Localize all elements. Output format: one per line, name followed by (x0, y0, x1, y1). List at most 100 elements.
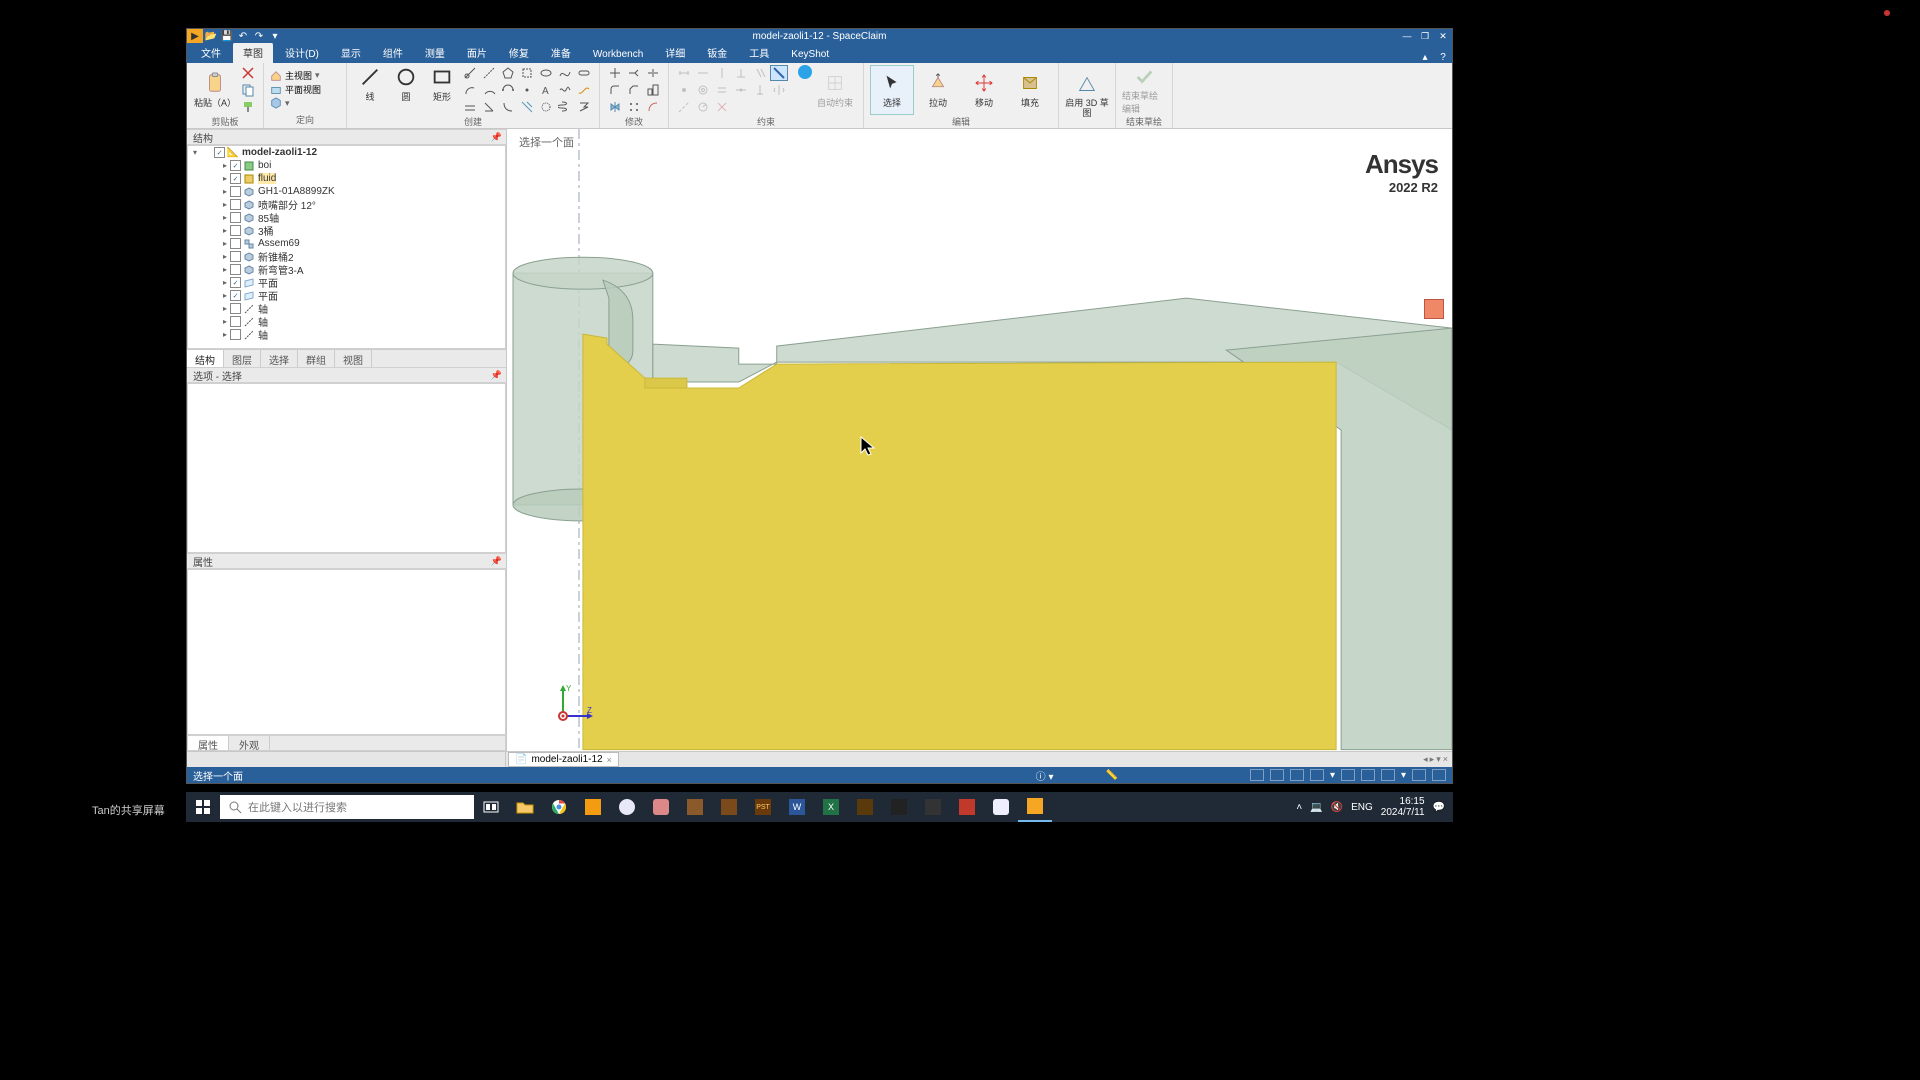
tree-item-13[interactable]: ▸轴 (188, 328, 505, 341)
structure-tab-1[interactable]: 图层 (224, 350, 261, 367)
notifications-button[interactable]: 💬 (1433, 802, 1445, 813)
clock[interactable]: 16:15 2024/7/11 (1381, 796, 1425, 818)
app-button-6[interactable] (950, 792, 984, 822)
close-tab-button[interactable]: × (607, 755, 612, 765)
delete-constraint-button[interactable] (713, 99, 731, 115)
equation-curve-button[interactable] (556, 82, 574, 98)
tab-list-button[interactable]: ▾ (1436, 754, 1441, 765)
ribbon-tab-6[interactable]: 面片 (457, 42, 497, 63)
tree-root[interactable]: ▾✓📐model-zaoli1-12 (188, 146, 505, 159)
window-maximize-button[interactable]: ❐ (1416, 29, 1434, 43)
arc-button[interactable] (480, 82, 498, 98)
construction-button[interactable] (537, 99, 555, 115)
ime-indicator[interactable]: ENG (1351, 802, 1373, 813)
tangent-arc-button[interactable] (461, 82, 479, 98)
qat-save-button[interactable]: 💾 (219, 29, 235, 43)
ribbon-tab-7[interactable]: 修复 (499, 42, 539, 63)
trim-button[interactable] (606, 65, 624, 81)
properties-tab-1[interactable]: 外观 (229, 736, 270, 750)
slot-button[interactable] (575, 65, 593, 81)
pattern-button[interactable] (625, 99, 643, 115)
qat-more-button[interactable]: ▾ (267, 29, 283, 43)
copy-button[interactable] (239, 82, 257, 98)
three-point-rect-button[interactable] (518, 65, 536, 81)
network-icon[interactable]: 💻 (1310, 802, 1322, 813)
plan-view-button[interactable]: 平面视图 (270, 83, 340, 96)
tree-item-2[interactable]: ▸GH1-01A8899ZK (188, 185, 505, 198)
tab-prev-button[interactable]: ◂ (1423, 754, 1428, 765)
home-view-button[interactable]: 主视图▾ (270, 69, 340, 82)
tangent-line-button[interactable] (461, 65, 479, 81)
structure-tree[interactable]: ▾✓📐model-zaoli1-12▸✓boi▸✓fluid▸GH1-01A88… (187, 145, 506, 349)
symmetric-constraint-button[interactable] (770, 82, 788, 98)
ribbon-tab-3[interactable]: 显示 (331, 42, 371, 63)
app-button-2[interactable] (712, 792, 746, 822)
line-tool-button[interactable]: 线 (353, 66, 387, 114)
auto-constrain-button[interactable]: 自动约束 (813, 65, 857, 115)
tree-item-6[interactable]: ▸Assem69 (188, 237, 505, 250)
project-button[interactable] (480, 99, 498, 115)
tree-item-1[interactable]: ▸✓fluid (188, 172, 505, 185)
properties-tab-0[interactable]: 属性 (188, 736, 229, 750)
horizontal-constraint-button[interactable] (694, 65, 712, 81)
ribbon-help-button[interactable]: ? (1434, 52, 1452, 63)
move-tool-button[interactable]: 移动 (962, 65, 1006, 115)
sublime-button[interactable] (576, 792, 610, 822)
split-button[interactable] (644, 65, 662, 81)
text-button[interactable]: A (537, 82, 555, 98)
tray-expand-button[interactable]: ˄ (1296, 802, 1302, 813)
tree-item-3[interactable]: ▸喷嘴部分 12° (188, 198, 505, 211)
structure-tab-0[interactable]: 结构 (187, 350, 224, 367)
tree-item-8[interactable]: ▸新弯管3-A (188, 263, 505, 276)
qat-play-button[interactable]: ▶ (187, 29, 203, 43)
construction-line-button[interactable] (480, 65, 498, 81)
pin-icon[interactable]: 📌 (491, 370, 502, 381)
ribbon-tab-11[interactable]: 钣金 (697, 42, 737, 63)
sweep-arc-button[interactable] (499, 99, 517, 115)
equal-constraint-button[interactable] (713, 82, 731, 98)
offset-curve-button[interactable] (461, 99, 479, 115)
collinear-constraint-button[interactable] (675, 99, 693, 115)
ribbon-tab-0[interactable]: 文件 (191, 42, 231, 63)
tree-item-5[interactable]: ▸3桶 (188, 224, 505, 237)
vertical-constraint-button[interactable] (713, 65, 731, 81)
ribbon-tab-12[interactable]: 工具 (739, 42, 779, 63)
document-tab[interactable]: 📄 model-zaoli1-12 × (508, 752, 619, 767)
ribbon-tab-1[interactable]: 草图 (233, 42, 273, 63)
ribbon-collapse-button[interactable]: ▴ (1416, 52, 1434, 63)
parallel-constraint-button[interactable] (751, 65, 769, 81)
volume-icon[interactable]: 🔇 (1331, 802, 1343, 813)
snap-tool-9[interactable] (1432, 769, 1446, 781)
point-button[interactable] (518, 82, 536, 98)
ribbon-tab-5[interactable]: 测量 (415, 42, 455, 63)
perpendicular-constraint-button[interactable] (732, 65, 750, 81)
polygon-button[interactable] (499, 65, 517, 81)
ellipse-button[interactable] (537, 65, 555, 81)
app-button-7[interactable] (984, 792, 1018, 822)
ribbon-tab-8[interactable]: 准备 (541, 42, 581, 63)
snap-tool-3[interactable] (1290, 769, 1304, 781)
options-panel-header[interactable]: 选项 - 选择 📌 (187, 367, 506, 383)
isometric-view-button[interactable]: ▾ (270, 97, 340, 109)
thread-button[interactable] (575, 99, 593, 115)
qat-undo-button[interactable]: ↶ (235, 29, 251, 43)
task-view-button[interactable] (474, 792, 508, 822)
tree-item-10[interactable]: ▸✓平面 (188, 289, 505, 302)
rectangle-tool-button[interactable]: 矩形 (425, 66, 459, 114)
app-button-3[interactable]: PST (746, 792, 780, 822)
three-point-arc-button[interactable] (499, 82, 517, 98)
spline-button[interactable] (556, 65, 574, 81)
explorer-button[interactable] (508, 792, 542, 822)
snap-tool-8[interactable] (1412, 769, 1426, 781)
extend-button[interactable] (625, 65, 643, 81)
paint-button[interactable] (610, 792, 644, 822)
bend-button[interactable] (644, 99, 662, 115)
tab-close-all-button[interactable]: × (1443, 754, 1448, 765)
snap-tool-5[interactable] (1341, 769, 1355, 781)
view-cube[interactable] (1424, 299, 1444, 319)
structure-tab-4[interactable]: 视图 (335, 350, 372, 367)
radius-constraint-button[interactable] (694, 99, 712, 115)
pin-icon[interactable]: 📌 (491, 556, 502, 567)
pin-icon[interactable]: 📌 (491, 132, 502, 143)
terminal-button[interactable] (882, 792, 916, 822)
